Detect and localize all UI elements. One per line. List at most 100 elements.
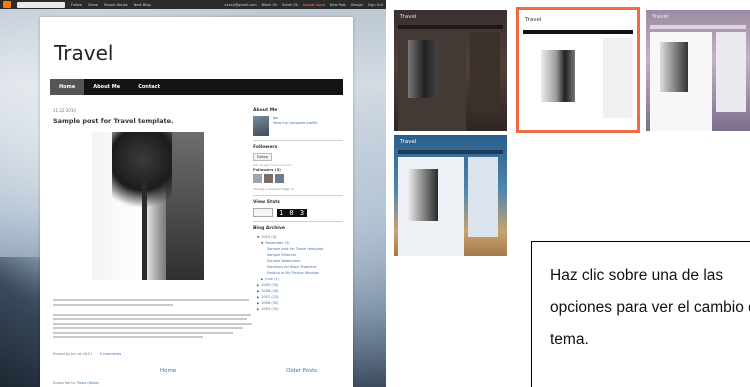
post-body (53, 299, 253, 341)
post-body-line (53, 303, 173, 306)
followers-heading: Followers (253, 145, 278, 150)
post-body-line (53, 322, 252, 325)
instruction-callout: Haz clic sobre una de las opciones para … (531, 241, 750, 387)
theme-photo (541, 50, 575, 102)
blog-page: Travel Home About Me Contact 11.22.2010 … (40, 17, 353, 387)
collapse-triangle-icon[interactable]: ▶ (257, 283, 259, 287)
about-text: Jon View my complete profile (273, 116, 318, 136)
navbar-report-abuse[interactable]: Report Abuse (104, 3, 128, 7)
navbar-design[interactable]: Design (351, 3, 363, 7)
follow-widget: Follow (253, 153, 343, 161)
stats-heading: View Stats (253, 200, 280, 205)
theme-title: Travel (652, 14, 669, 20)
stats-counter: 1 0 3 (277, 208, 308, 217)
menu-item-home[interactable]: Home (50, 79, 85, 95)
navbar-follow[interactable]: Follow (71, 3, 82, 7)
follower-avatar[interactable] (264, 174, 273, 183)
callout-line: tema. (550, 331, 589, 348)
blogger-navbar: Follow Share Report Abuse Next Blog xxxx… (0, 0, 386, 9)
collapse-triangle-icon[interactable]: ▶ (261, 277, 263, 281)
subscribe-line: Subscribe to: Posts (Atom) (53, 381, 99, 385)
theme-sidebar (716, 32, 746, 112)
post-body-line (53, 318, 247, 320)
profile-link[interactable]: View my complete profile (273, 121, 318, 126)
followers-count: Followers (3) (253, 167, 281, 172)
follow-button[interactable]: Follow (253, 153, 272, 161)
divider (253, 140, 343, 141)
callout-line: opciones para ver el cambio de (550, 299, 750, 316)
follower-avatar[interactable] (253, 174, 262, 183)
expand-triangle-icon[interactable]: ▼ (261, 241, 263, 245)
menu-item-contact[interactable]: Contact (129, 79, 169, 95)
home-link[interactable]: Home (160, 368, 176, 374)
divider (253, 221, 343, 222)
blog-sidebar: About Me Jon View my complete profile Fo… (253, 108, 343, 312)
navbar-next-blog[interactable]: Next Blog (134, 3, 151, 7)
subscribe-label: Subscribe to: (53, 381, 77, 385)
navbar-link[interactable]: Blank Ok (282, 3, 298, 7)
post-date: 11.22.2010 (53, 108, 76, 113)
theme-sidebar (468, 157, 498, 237)
blogger-logo-icon[interactable] (3, 1, 11, 8)
already-member: Already a member? Sign in (253, 187, 343, 191)
avatar[interactable] (253, 116, 269, 136)
archive-list: ▼ 2010 (4) ▼ November (3) Sample post for … (253, 234, 343, 312)
follower-avatars (253, 174, 343, 183)
already-member-text: Already a member? (253, 187, 283, 191)
navbar-email: xxxxx@gmail.com (224, 2, 257, 7)
navbar-link[interactable]: Import Local (303, 3, 325, 7)
subscribe-link[interactable]: Posts (Atom) (77, 381, 99, 385)
theme-title: Travel (400, 139, 417, 145)
theme-thumbnail[interactable]: Travel (394, 10, 507, 131)
post-body-line (53, 327, 243, 329)
stats-widget: 1 0 3 (253, 208, 343, 217)
theme-menubar (650, 25, 746, 29)
about-widget: Jon View my complete profile (253, 116, 343, 136)
callout-line: Haz clic sobre una de las (550, 267, 724, 284)
collapse-triangle-icon[interactable]: ▶ (257, 289, 259, 293)
theme-photo (408, 169, 438, 221)
archive-heading: Blog Archive (253, 226, 285, 231)
blog-title[interactable]: Travel (54, 41, 113, 65)
theme-menubar (523, 30, 633, 34)
post-body-line (53, 313, 251, 316)
navbar-share[interactable]: Share (88, 3, 98, 7)
collapse-triangle-icon[interactable]: ▶ (257, 295, 259, 299)
collapse-triangle-icon[interactable]: ▶ (257, 307, 259, 311)
about-heading: About Me (253, 108, 278, 113)
blog-menu: Home About Me Contact (50, 79, 343, 95)
theme-sidebar (470, 32, 500, 112)
divider (253, 195, 343, 196)
expand-triangle-icon[interactable]: ▼ (257, 235, 259, 239)
collapse-triangle-icon[interactable]: ▶ (257, 301, 259, 305)
comments-link[interactable]: 0 comments (100, 352, 122, 356)
post-body-line (53, 331, 233, 334)
sign-in-link[interactable]: Sign in (283, 187, 293, 191)
theme-title: Travel (400, 14, 417, 20)
theme-menubar (398, 150, 503, 154)
photo-trunk (142, 182, 147, 280)
navbar-search-input[interactable] (17, 1, 65, 8)
blog-preview: Follow Share Report Abuse Next Blog xxxx… (0, 0, 386, 387)
navbar-sign-out[interactable]: Sign Out (368, 3, 383, 7)
theme-photo (660, 42, 688, 92)
theme-sidebar (603, 38, 633, 118)
theme-photo (408, 40, 438, 98)
post-body-line (53, 336, 203, 338)
navbar-new-post[interactable]: New Post (330, 3, 346, 7)
older-posts-link[interactable]: Older Posts (286, 368, 317, 374)
post-photo (92, 132, 204, 280)
post-footer: Posted by Jon at 06:07 0 comments (53, 352, 121, 356)
archive-item[interactable]: ▶ 2005 (33) (253, 306, 343, 312)
theme-thumbnail-selected[interactable]: Travel (516, 7, 640, 133)
theme-thumbnail[interactable]: Travel (646, 10, 750, 131)
navbar-link[interactable]: Blank Ok (262, 3, 278, 7)
menu-item-about-me[interactable]: About Me (84, 79, 129, 95)
post-title[interactable]: Sample post for Travel template. (53, 117, 174, 125)
theme-menubar (398, 25, 503, 29)
theme-thumbnail[interactable]: Travel (394, 135, 507, 256)
follower-avatar[interactable] (275, 174, 284, 183)
post-body-line (53, 299, 249, 301)
stats-graph (253, 208, 273, 217)
theme-title: Travel (525, 17, 542, 23)
